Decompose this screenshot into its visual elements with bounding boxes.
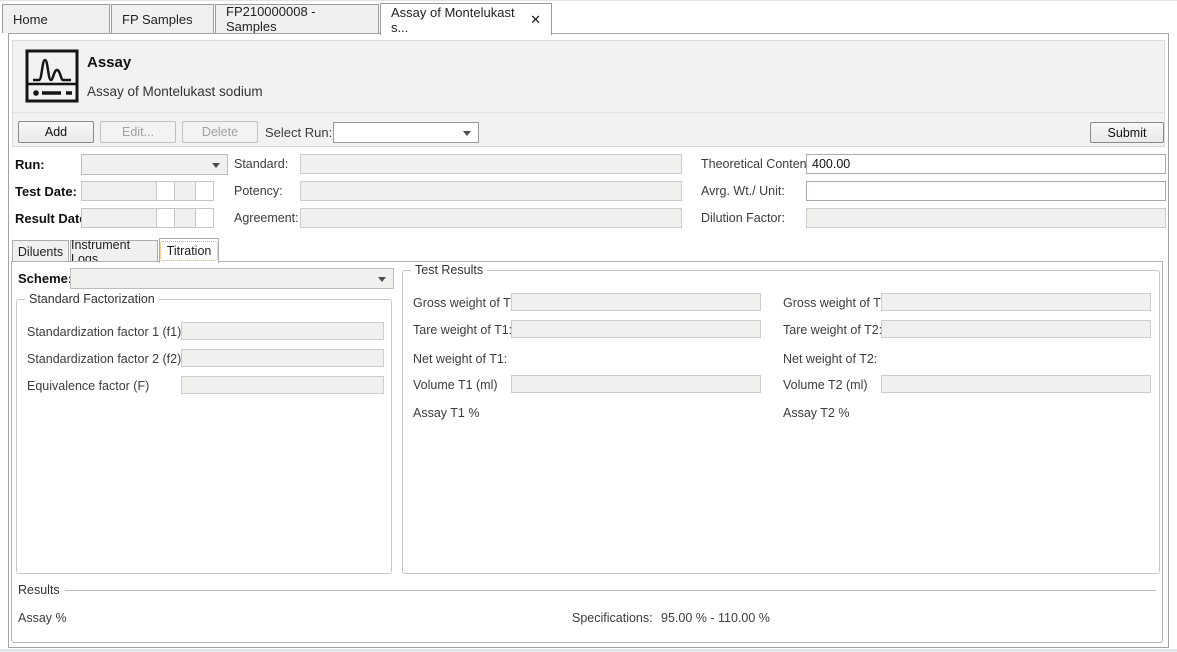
assay-t1-label: Assay T1 %: [413, 406, 479, 420]
test-date-main-segment[interactable]: [81, 181, 157, 201]
std-factor-1-field: [181, 322, 384, 340]
standard-label: Standard:: [234, 157, 288, 171]
net-weight-t1-label: Net weight of T1:: [413, 352, 507, 366]
specifications-label: Specifications:: [572, 611, 653, 625]
chevron-down-icon: [378, 277, 386, 282]
tab-fp210000008-samples-label: FP210000008 - Samples: [226, 4, 368, 34]
potency-label: Potency:: [234, 184, 283, 198]
tab-fp-samples[interactable]: FP Samples: [111, 4, 214, 33]
tab-diluents[interactable]: Diluents: [12, 240, 69, 262]
gross-weight-t1-label: Gross weight of T1:: [413, 296, 521, 310]
run-dropdown[interactable]: [81, 154, 228, 175]
test-results-title: Test Results: [411, 263, 487, 277]
results-divider: [65, 590, 1156, 591]
test-date-label: Test Date:: [15, 184, 77, 199]
app-window: Home FP Samples FP210000008 - Samples As…: [0, 0, 1177, 652]
results-section-header: Results: [18, 583, 1156, 597]
tab-instrument-logs[interactable]: Instrument Logs: [70, 240, 158, 262]
equivalence-factor-label: Equivalence factor (F): [27, 379, 149, 393]
tare-weight-t1-label: Tare weight of T1:: [413, 323, 512, 337]
delete-button: Delete: [182, 121, 258, 143]
result-date-main-segment[interactable]: [81, 208, 157, 228]
header-box: Assay Assay of Montelukast sodium Add Ed…: [12, 40, 1165, 147]
result-date-segment[interactable]: [195, 208, 214, 228]
tab-home-label: Home: [13, 12, 48, 27]
scheme-label: Scheme:: [18, 271, 72, 286]
page-title: Assay: [87, 54, 131, 71]
main-panel: Assay Assay of Montelukast sodium Add Ed…: [8, 33, 1169, 648]
tab-fp-samples-label: FP Samples: [122, 12, 193, 27]
volume-t1-field: [511, 375, 761, 393]
titration-tab-panel: Scheme: Standard Factorization Standardi…: [11, 261, 1163, 643]
gross-weight-t2-field: [881, 293, 1151, 311]
tare-weight-t2-label: Tare weight of T2:: [783, 323, 882, 337]
equivalence-factor-field: [181, 376, 384, 394]
result-date-input[interactable]: [81, 208, 214, 228]
net-weight-t2-label: Net weight of T2:: [783, 352, 877, 366]
tab-assay-label: Assay of Montelukast s...: [391, 5, 516, 35]
standard-factorization-groupbox: Standard Factorization Standardization f…: [16, 299, 392, 574]
dilution-factor-label: Dilution Factor:: [701, 211, 785, 225]
agreement-field: [300, 208, 682, 228]
result-date-label: Result Date:: [15, 211, 91, 226]
test-date-segment[interactable]: [174, 181, 196, 201]
theoretical-content-label: Theoretical Content:: [701, 157, 814, 171]
tab-titration[interactable]: Titration: [159, 238, 219, 263]
add-button[interactable]: Add: [18, 121, 94, 143]
select-run-label: Select Run:: [265, 125, 332, 140]
tare-weight-t1-field: [511, 320, 761, 338]
volume-t1-label: Volume T1 (ml): [413, 378, 498, 392]
tab-home[interactable]: Home: [2, 4, 110, 33]
chromatogram-icon: [25, 49, 79, 103]
submit-button[interactable]: Submit: [1090, 122, 1164, 143]
std-factor-1-label: Standardization factor 1 (f1): [27, 325, 181, 339]
scheme-dropdown[interactable]: [70, 268, 394, 289]
run-label: Run:: [15, 157, 45, 172]
tab-fp210000008-samples[interactable]: FP210000008 - Samples: [215, 4, 379, 33]
potency-field: [300, 181, 682, 201]
chevron-down-icon: [212, 163, 220, 168]
avg-wt-unit-field[interactable]: [806, 181, 1166, 201]
gross-weight-t1-field: [511, 293, 761, 311]
page-subtitle: Assay of Montelukast sodium: [87, 84, 263, 99]
test-results-groupbox: Test Results Gross weight of T1: Tare we…: [402, 270, 1160, 574]
close-tab-icon[interactable]: ✕: [530, 12, 541, 28]
volume-t2-field: [881, 375, 1151, 393]
theoretical-content-field[interactable]: 400.00: [806, 154, 1166, 174]
results-title: Results: [18, 583, 65, 597]
std-factor-2-field: [181, 349, 384, 367]
standard-factorization-title: Standard Factorization: [25, 292, 159, 306]
select-run-dropdown[interactable]: [333, 122, 479, 143]
std-factor-2-label: Standardization factor 2 (f2): [27, 352, 181, 366]
header-divider: [13, 112, 1164, 113]
dilution-factor-field: [806, 208, 1166, 228]
gross-weight-t2-label: Gross weight of T2:: [783, 296, 891, 310]
assay-percent-label: Assay %: [18, 611, 67, 625]
standard-field: [300, 154, 682, 174]
avg-wt-unit-label: Avrg. Wt./ Unit:: [701, 184, 785, 198]
assay-t2-label: Assay T2 %: [783, 406, 849, 420]
result-date-segment[interactable]: [174, 208, 196, 228]
edit-button: Edit...: [100, 121, 176, 143]
chevron-down-icon: [463, 131, 471, 136]
tab-assay-active[interactable]: Assay of Montelukast s... ✕: [380, 3, 552, 35]
agreement-label: Agreement:: [234, 211, 299, 225]
result-date-segment[interactable]: [156, 208, 175, 228]
tare-weight-t2-field: [881, 320, 1151, 338]
specifications-value: 95.00 % - 110.00 %: [661, 611, 770, 625]
test-date-segment[interactable]: [195, 181, 214, 201]
test-date-segment[interactable]: [156, 181, 175, 201]
test-date-input[interactable]: [81, 181, 214, 201]
volume-t2-label: Volume T2 (ml): [783, 378, 868, 392]
